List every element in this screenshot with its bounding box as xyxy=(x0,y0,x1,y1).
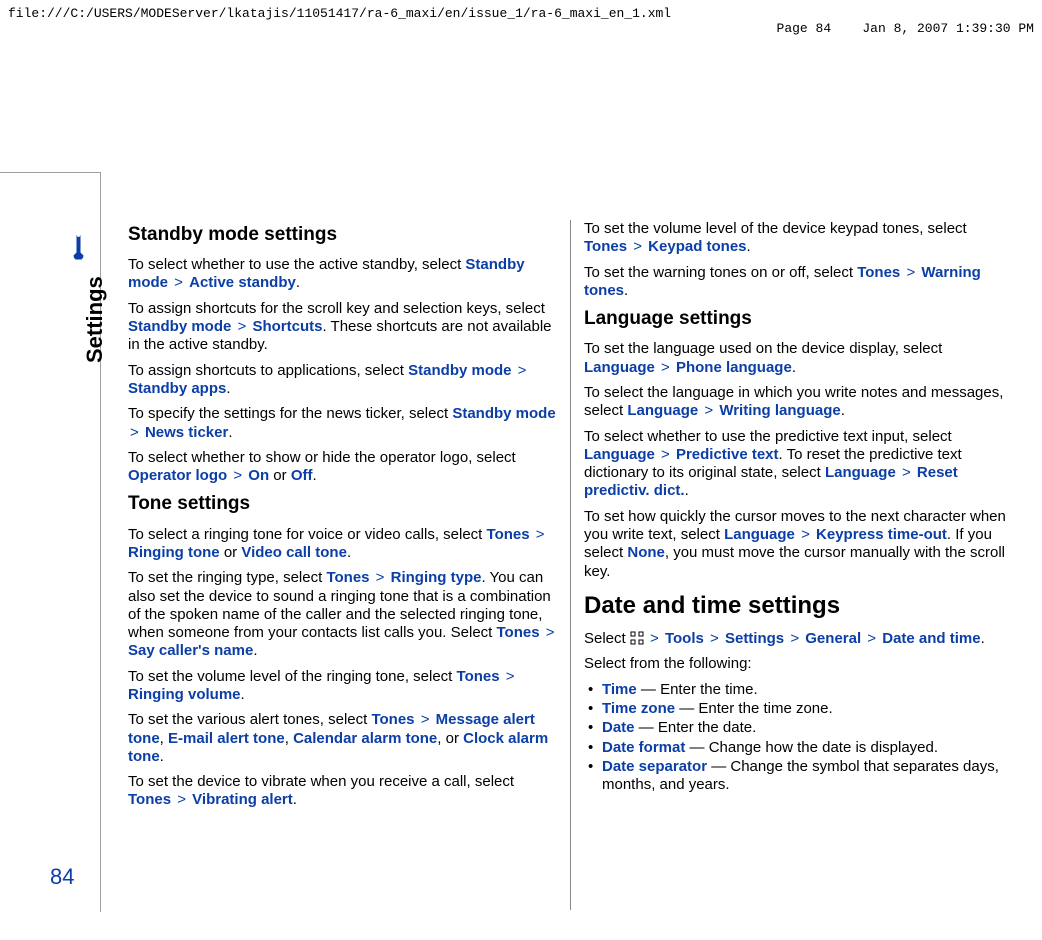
header-timestamp: Jan 8, 2007 1:39:30 PM xyxy=(862,21,1034,36)
page-number: 84 xyxy=(50,864,74,890)
para: To set the various alert tones, select T… xyxy=(128,711,556,766)
heading-date-time: Date and time settings xyxy=(584,591,1012,620)
left-rail: Settings 84 xyxy=(0,172,101,912)
para: Select from the following: xyxy=(584,655,1012,673)
para: To select the language in which you writ… xyxy=(584,384,1012,421)
para: To assign shortcuts for the scroll key a… xyxy=(128,300,556,355)
options-list: Time — Enter the time. Time zone — Enter… xyxy=(584,681,1012,795)
header-page: Page 84 xyxy=(777,21,832,36)
para: To set the device to vibrate when you re… xyxy=(128,773,556,810)
wrench-icon xyxy=(70,230,93,260)
para: To set how quickly the cursor moves to t… xyxy=(584,508,1012,581)
list-item: Date — Enter the date. xyxy=(584,719,1012,737)
header-path: file:///C:/USERS/MODEServer/lkatajis/110… xyxy=(8,6,671,51)
list-item: Time — Enter the time. xyxy=(584,681,1012,699)
section-tab-label: Settings xyxy=(82,276,108,363)
para: To set the ringing type, select Tones > … xyxy=(128,569,556,660)
para: To set the volume level of the ringing t… xyxy=(128,668,556,705)
menu-icon xyxy=(630,631,644,645)
para: To assign shortcuts to applications, sel… xyxy=(128,362,556,399)
body-content: Standby mode settings To select whether … xyxy=(128,220,1012,910)
page-frame: Settings 84 Standby mode settings To sel… xyxy=(0,172,1042,912)
heading-language: Language settings xyxy=(584,307,1012,330)
para: Select > Tools > Settings > General > Da… xyxy=(584,630,1012,648)
para: To select whether to show or hide the op… xyxy=(128,449,556,486)
para: To select whether to use the active stan… xyxy=(128,256,556,293)
list-item: Date separator — Change the symbol that … xyxy=(584,758,1012,795)
list-item: Date format — Change how the date is dis… xyxy=(584,739,1012,757)
print-header: file:///C:/USERS/MODEServer/lkatajis/110… xyxy=(0,0,1042,61)
heading-tone: Tone settings xyxy=(128,492,556,515)
heading-standby: Standby mode settings xyxy=(128,223,556,246)
para: To set the warning tones on or off, sele… xyxy=(584,264,1012,301)
para: To select a ringing tone for voice or vi… xyxy=(128,526,556,563)
para: To select whether to use the predictive … xyxy=(584,428,1012,501)
para: To specify the settings for the news tic… xyxy=(128,405,556,442)
list-item: Time zone — Enter the time zone. xyxy=(584,700,1012,718)
para: To set the volume level of the device ke… xyxy=(584,220,1012,257)
para: To set the language used on the device d… xyxy=(584,340,1012,377)
